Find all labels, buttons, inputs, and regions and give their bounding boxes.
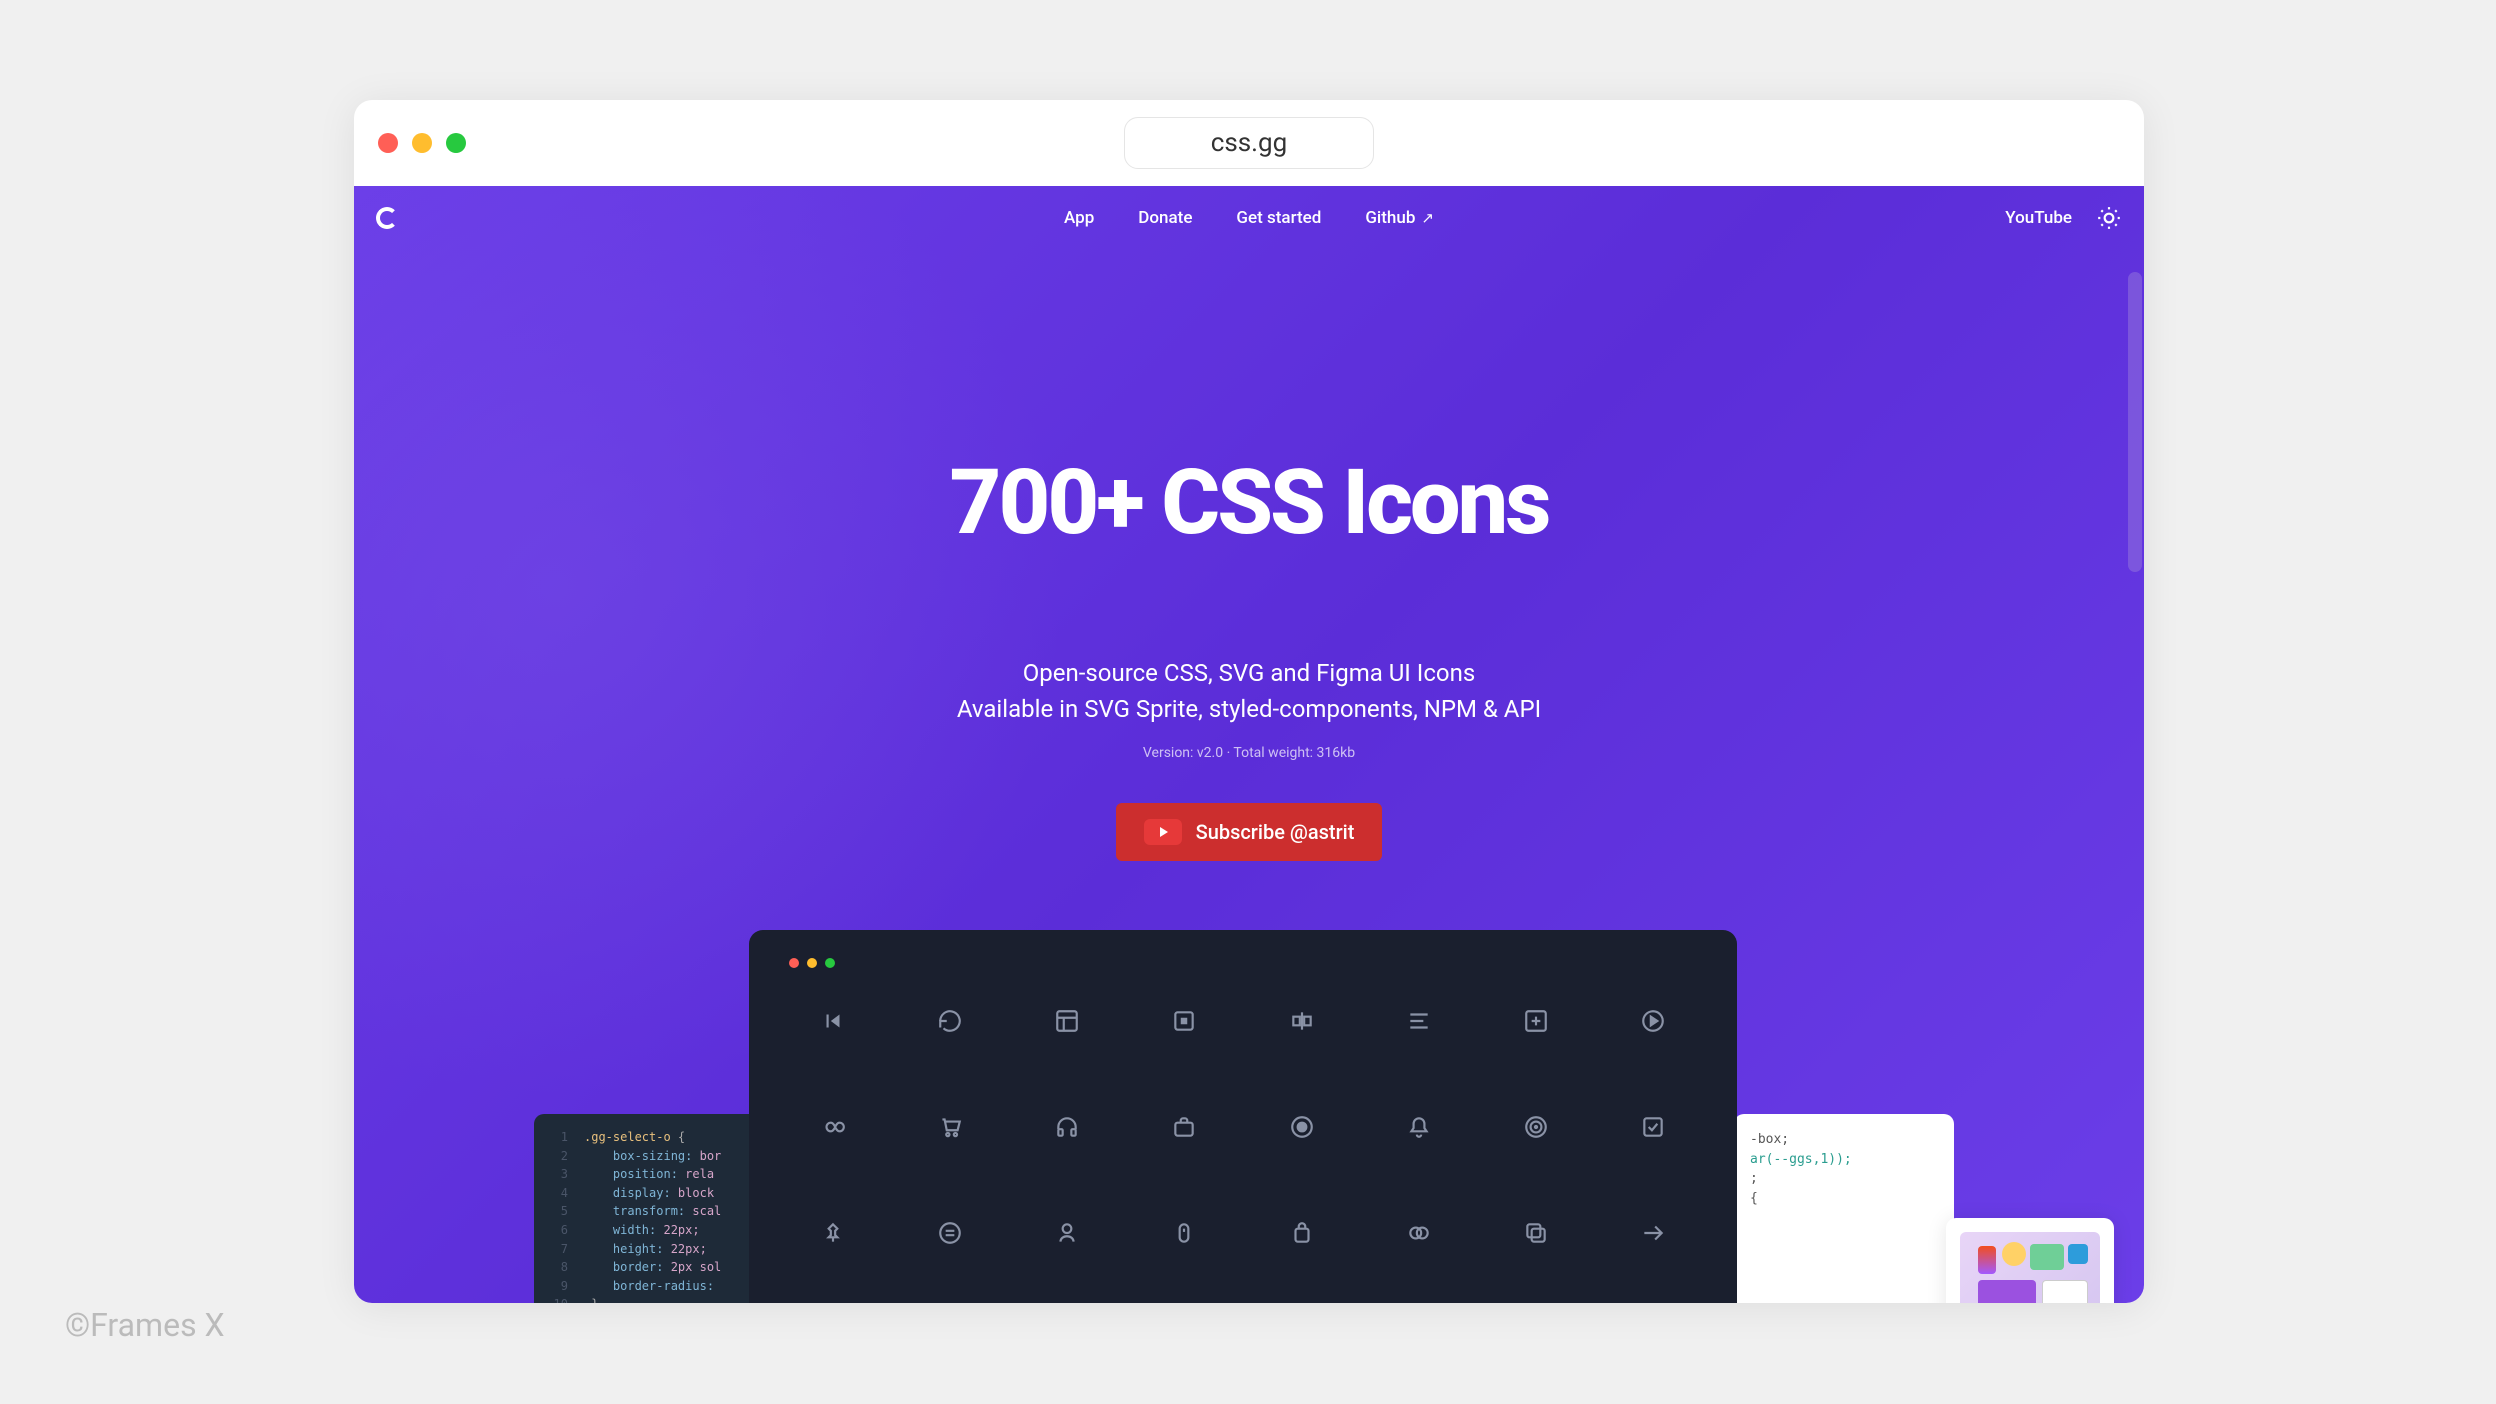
figma-card[interactable]: Redesign the way bbox=[1946, 1218, 2114, 1303]
browser-window: css.gg App Donate Get started Github ↗ Y… bbox=[354, 100, 2144, 1303]
headphones-icon[interactable] bbox=[1054, 1114, 1080, 1140]
duplicate-icon[interactable] bbox=[1523, 1220, 1549, 1246]
traffic-lights bbox=[378, 133, 466, 153]
theme-toggle-icon[interactable] bbox=[2096, 205, 2122, 231]
nav-right: YouTube bbox=[2005, 205, 2122, 231]
icon-showcase-panel bbox=[749, 930, 1737, 1303]
code-line: -box; bbox=[1750, 1130, 1938, 1150]
add-box-icon[interactable] bbox=[1523, 1008, 1549, 1034]
chanel-icon[interactable] bbox=[1406, 1220, 1432, 1246]
dot-green-icon bbox=[825, 958, 835, 968]
nav-link-app[interactable]: App bbox=[1064, 208, 1094, 228]
hero-sub-line-2: Available in SVG Sprite, styled-componen… bbox=[354, 691, 2144, 727]
watermark: ©Frames X bbox=[65, 1306, 225, 1344]
mouse-icon[interactable] bbox=[1171, 1220, 1197, 1246]
dot-yellow-icon bbox=[807, 958, 817, 968]
maximize-window-icon[interactable] bbox=[446, 133, 466, 153]
subscribe-label: Subscribe @astrit bbox=[1196, 820, 1355, 844]
hero-meta: Version: v2.0 · Total weight: 316kb bbox=[354, 745, 2144, 761]
bell-icon[interactable] bbox=[1406, 1114, 1432, 1140]
play-back-icon[interactable] bbox=[820, 1008, 846, 1034]
layout-icon[interactable] bbox=[1054, 1008, 1080, 1034]
menu-icon[interactable] bbox=[937, 1220, 963, 1246]
icon-grid bbox=[789, 1008, 1697, 1246]
nav-link-youtube[interactable]: YouTube bbox=[2005, 208, 2072, 228]
minimize-window-icon[interactable] bbox=[412, 133, 432, 153]
dot-red-icon bbox=[789, 958, 799, 968]
cart-icon[interactable] bbox=[937, 1114, 963, 1140]
hero-sub-line-1: Open-source CSS, SVG and Figma UI Icons bbox=[354, 655, 2144, 691]
url-bar[interactable]: css.gg bbox=[1124, 117, 1374, 169]
figma-thumbnail bbox=[1960, 1232, 2100, 1303]
code-panel-right: -box;ar(--ggs,1));;{ bbox=[1734, 1114, 1954, 1303]
record-icon[interactable] bbox=[1289, 1114, 1315, 1140]
code-line: ; bbox=[1750, 1169, 1938, 1189]
target-icon[interactable] bbox=[1523, 1114, 1549, 1140]
logo-icon[interactable] bbox=[376, 207, 398, 229]
hero-subtitle: Open-source CSS, SVG and Figma UI Icons … bbox=[354, 655, 2144, 727]
list-icon[interactable] bbox=[1406, 1008, 1432, 1034]
site-content: App Donate Get started Github ↗ YouTube … bbox=[354, 186, 2144, 1303]
nav-center: App Donate Get started Github ↗ bbox=[1064, 208, 1434, 228]
panel-traffic-lights bbox=[789, 958, 1697, 968]
code-line: { bbox=[1750, 1189, 1938, 1209]
stop-icon[interactable] bbox=[1171, 1008, 1197, 1034]
align-center-icon[interactable] bbox=[1289, 1008, 1315, 1034]
undo-icon[interactable] bbox=[937, 1008, 963, 1034]
nav-link-github[interactable]: Github ↗ bbox=[1365, 208, 1434, 228]
pin-icon[interactable] bbox=[820, 1220, 846, 1246]
hero: 700+ CSS Icons Open-source CSS, SVG and … bbox=[354, 250, 2144, 861]
play-next-icon[interactable] bbox=[1640, 1008, 1666, 1034]
close-window-icon[interactable] bbox=[378, 133, 398, 153]
check-box-icon[interactable] bbox=[1640, 1114, 1666, 1140]
top-nav: App Donate Get started Github ↗ YouTube bbox=[354, 186, 2144, 250]
bag-icon[interactable] bbox=[1289, 1220, 1315, 1246]
code-line: ar(--ggs,1)); bbox=[1750, 1150, 1938, 1170]
user-icon[interactable] bbox=[1054, 1220, 1080, 1246]
titlebar: css.gg bbox=[354, 100, 2144, 186]
nav-link-get-started[interactable]: Get started bbox=[1236, 208, 1321, 228]
briefcase-icon[interactable] bbox=[1171, 1114, 1197, 1140]
nav-link-donate[interactable]: Donate bbox=[1138, 208, 1192, 228]
youtube-icon bbox=[1144, 819, 1182, 845]
external-link-icon: ↗ bbox=[1421, 209, 1434, 227]
nav-link-label: Github bbox=[1365, 208, 1415, 228]
infinity-icon[interactable] bbox=[820, 1114, 846, 1140]
arrow-right-icon[interactable] bbox=[1640, 1220, 1666, 1246]
subscribe-button[interactable]: Subscribe @astrit bbox=[1116, 803, 1383, 861]
hero-title: 700+ CSS Icons bbox=[354, 450, 2144, 555]
